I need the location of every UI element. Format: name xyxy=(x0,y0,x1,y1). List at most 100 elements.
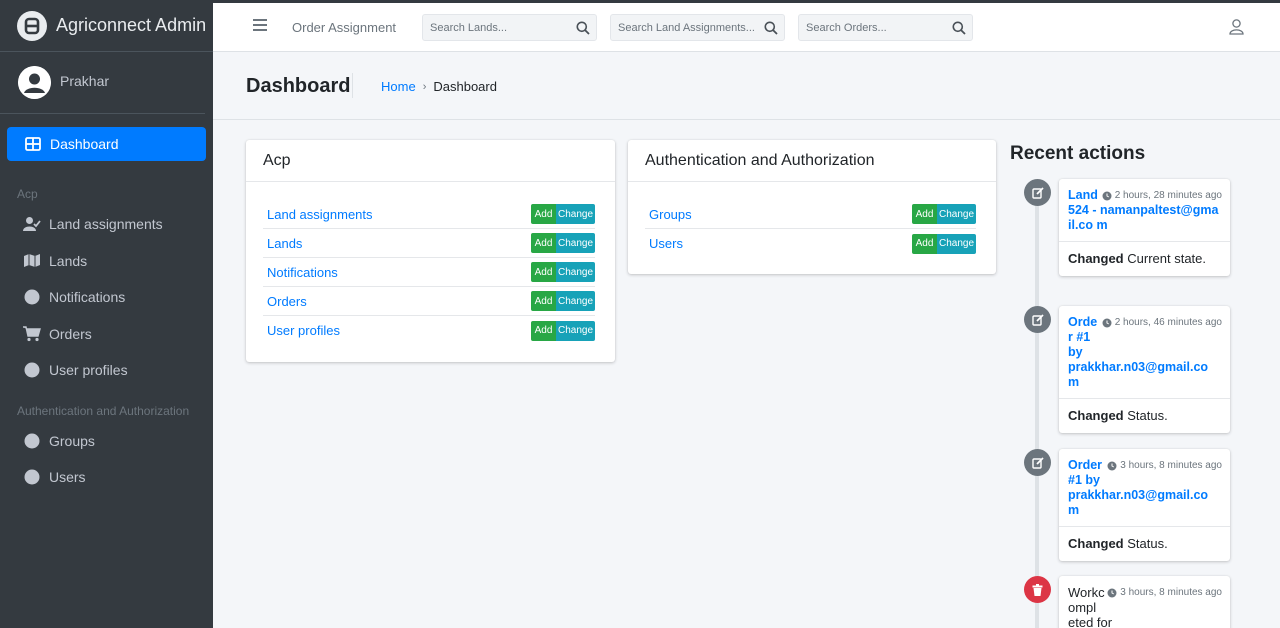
sidebar-nav: Dashboard Acp Land assignments Lands Not… xyxy=(0,127,213,496)
search-icon[interactable] xyxy=(758,15,784,40)
timeline-item: 2 hours, 28 minutes ago Land 524 - naman… xyxy=(1059,179,1230,276)
app-card-title[interactable]: Acp xyxy=(246,140,615,182)
add-button[interactable]: Add xyxy=(531,320,556,341)
circle-icon xyxy=(23,361,41,379)
model-link[interactable]: Groups xyxy=(649,207,692,222)
edit-icon xyxy=(1024,306,1051,333)
timeline-verb: Changed xyxy=(1068,536,1124,551)
nav-header-acp: Acp xyxy=(17,187,38,201)
map-icon xyxy=(23,252,41,270)
search-land-assignments-input[interactable] xyxy=(611,15,758,40)
sidebar-item-label: Lands xyxy=(49,252,88,269)
sidebar-item-label: Orders xyxy=(49,325,92,342)
change-button[interactable]: Change xyxy=(556,320,595,341)
timeline-detail: Current state. xyxy=(1127,251,1207,266)
order-assignment-link[interactable]: Order Assignment xyxy=(292,20,396,35)
search-icon[interactable] xyxy=(946,15,972,40)
sidebar-item-label: Users xyxy=(49,469,86,486)
add-button[interactable]: Add xyxy=(531,291,556,311)
model-row-orders: Orders Add Change xyxy=(263,287,595,316)
sidebar-item-lands[interactable]: Lands xyxy=(7,243,206,280)
model-row-user-profiles: User profiles Add Change xyxy=(263,316,595,345)
edit-icon xyxy=(1024,179,1051,206)
model-link[interactable]: Lands xyxy=(267,236,302,251)
add-button[interactable]: Add xyxy=(531,233,556,253)
model-link[interactable]: Orders xyxy=(267,294,307,309)
sidebar-item-dashboard[interactable]: Dashboard xyxy=(7,127,206,161)
timeline-body: Changed Status. xyxy=(1059,399,1230,433)
search-icon[interactable] xyxy=(570,15,596,40)
timeline-time: 3 hours, 8 minutes ago xyxy=(1107,587,1222,598)
page-title: Dashboard xyxy=(246,75,351,97)
model-row-lands: Lands Add Change xyxy=(263,229,595,258)
model-link[interactable]: Land assignments xyxy=(267,207,373,222)
cart-icon xyxy=(23,325,41,343)
timeline-body: Changed Current state. xyxy=(1059,242,1230,276)
top-navbar: Order Assignment xyxy=(213,3,1280,52)
timeline-body: Changed Status. xyxy=(1059,527,1230,561)
sidebar-item-groups[interactable]: Groups xyxy=(7,423,206,460)
sidebar-item-user-profiles[interactable]: User profiles xyxy=(7,352,206,389)
timeline-line xyxy=(1035,190,1039,628)
timeline-object-link[interactable]: 524 - namanpaltest@gmail.co m xyxy=(1068,203,1221,233)
brand[interactable]: Agriconnect Admin xyxy=(0,0,213,52)
add-button[interactable]: Add xyxy=(531,204,556,224)
change-button[interactable]: Change xyxy=(937,204,976,224)
timeline-verb: Changed xyxy=(1068,408,1124,423)
add-button[interactable]: Add xyxy=(531,262,556,282)
breadcrumb: Home › Dashboard xyxy=(381,79,497,94)
nav-header-auth: Authentication and Authorization xyxy=(17,403,190,418)
recent-actions-title: Recent actions xyxy=(1010,143,1146,164)
timeline-time-text: 2 hours, 46 minutes ago xyxy=(1114,317,1222,328)
timeline-item: 2 hours, 46 minutes ago Orde r #1 by prakkh… xyxy=(1059,306,1230,433)
search-land-assignments xyxy=(610,14,785,41)
model-row-land-assignments: Land assignments Add Change xyxy=(263,200,595,229)
model-row-groups: Groups Add Change xyxy=(645,200,976,229)
window-top-strip xyxy=(0,0,1280,3)
breadcrumb-home-link[interactable]: Home xyxy=(381,79,416,94)
add-button[interactable]: Add xyxy=(912,233,937,254)
timeline-time: 2 hours, 28 minutes ago xyxy=(1102,190,1222,201)
circle-icon xyxy=(23,288,41,306)
search-orders-input[interactable] xyxy=(799,15,946,40)
breadcrumb-current: Dashboard xyxy=(433,79,497,94)
clock-icon xyxy=(1107,461,1117,470)
model-link[interactable]: Notifications xyxy=(267,265,338,280)
change-button[interactable]: Change xyxy=(556,204,595,224)
sidebar-item-users[interactable]: Users xyxy=(7,459,206,496)
timeline-item: 3 hours, 8 minutes ago Order #1 by prakkha… xyxy=(1059,449,1230,561)
user-check-icon xyxy=(23,215,41,233)
sidebar-item-notifications[interactable]: Notifications xyxy=(7,279,206,316)
search-lands-input[interactable] xyxy=(423,15,570,40)
timeline-time: 3 hours, 8 minutes ago xyxy=(1107,460,1222,471)
app-card-title[interactable]: Authentication and Authorization xyxy=(628,140,996,182)
sidebar-item-label: User profiles xyxy=(49,362,128,379)
user-menu-icon[interactable] xyxy=(1229,19,1244,40)
change-button[interactable]: Change xyxy=(556,233,595,253)
sidebar-item-label: Dashboard xyxy=(50,136,119,152)
model-link[interactable]: Users xyxy=(649,236,683,251)
title-divider xyxy=(352,73,353,98)
sidebar-item-orders[interactable]: Orders xyxy=(7,316,206,353)
sidebar: Agriconnect Admin Prakhar Dashboard Acp … xyxy=(0,0,213,628)
dashboard-grid-icon xyxy=(24,135,42,153)
avatar xyxy=(18,66,51,99)
model-link[interactable]: User profiles xyxy=(267,323,340,338)
change-button[interactable]: Change xyxy=(937,233,976,254)
timeline-verb: Changed xyxy=(1068,251,1124,266)
sidebar-item-label: Groups xyxy=(49,432,95,449)
model-row-users: Users Add Change xyxy=(645,229,976,258)
sidebar-item-land-assignments[interactable]: Land assignments xyxy=(7,206,206,243)
change-button[interactable]: Change xyxy=(556,291,595,311)
menu-toggle-icon[interactable] xyxy=(253,19,267,33)
timeline-item: 3 hours, 8 minutes ago Workc ompl eted for xyxy=(1059,576,1230,628)
timeline-time-text: 3 hours, 8 minutes ago xyxy=(1120,587,1222,598)
user-panel[interactable]: Prakhar xyxy=(0,52,205,114)
circle-icon xyxy=(23,468,41,486)
search-lands xyxy=(422,14,597,41)
clock-icon xyxy=(1102,191,1112,200)
sidebar-item-label: Land assignments xyxy=(49,216,163,233)
change-button[interactable]: Change xyxy=(556,262,595,282)
app-card-acp: Acp Land assignments Add Change Lands Add… xyxy=(246,140,615,362)
add-button[interactable]: Add xyxy=(912,204,937,224)
